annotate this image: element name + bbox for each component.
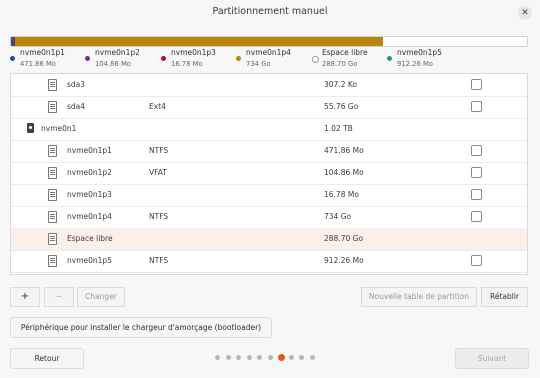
change-partition-button[interactable]: Changer xyxy=(77,287,125,307)
format-checkbox[interactable] xyxy=(471,189,482,200)
partition-size: 55.76 Go xyxy=(324,102,359,111)
legend-size: 104.86 Mo xyxy=(95,60,131,68)
usage-segment xyxy=(382,37,527,46)
legend-size: 288.70 Go xyxy=(322,60,358,68)
step-dot xyxy=(288,355,294,360)
legend-color-dot xyxy=(387,56,392,61)
step-indicator xyxy=(215,354,325,363)
partition-type: NTFS xyxy=(149,146,169,155)
legend-name: Espace libre xyxy=(322,48,368,57)
format-checkbox[interactable] xyxy=(471,211,482,222)
step-dot xyxy=(236,355,241,360)
legend-color-dot xyxy=(10,56,15,61)
partition-type: Ext4 xyxy=(149,102,166,111)
partition-type: VFAT xyxy=(149,168,167,177)
partition-size: 471.86 Mo xyxy=(324,146,364,155)
partition-icon xyxy=(48,79,57,91)
step-dot xyxy=(309,355,315,360)
legend-name: nvme0n1p5 xyxy=(397,48,442,57)
step-dot xyxy=(246,355,252,360)
format-checkbox[interactable] xyxy=(471,79,482,90)
partition-size: 734 Go xyxy=(324,212,352,221)
partition-name: nvme0n1p3 xyxy=(67,190,112,199)
usage-segment xyxy=(15,37,383,46)
window-title: Partitionnement manuel xyxy=(212,6,328,17)
legend-name: nvme0n1p3 xyxy=(171,48,216,57)
close-icon: ✕ xyxy=(521,8,529,18)
new-partition-table-button[interactable]: Nouvelle table de partition xyxy=(361,287,477,307)
step-dot xyxy=(257,355,262,360)
partition-icon xyxy=(48,189,57,201)
disk-icon xyxy=(27,123,34,133)
add-partition-button[interactable]: + xyxy=(10,287,40,307)
partition-icon xyxy=(48,167,57,179)
partition-size: 912.26 Mo xyxy=(324,256,364,265)
table-row[interactable]: nvme0n1p3 16.78 Mo xyxy=(11,184,527,207)
bootloader-device-button[interactable]: Périphérique pour installer le chargeur … xyxy=(10,317,272,338)
legend-color-dot xyxy=(236,56,241,61)
table-row[interactable]: sda4 Ext4 55.76 Go xyxy=(11,96,527,119)
format-checkbox[interactable] xyxy=(471,255,482,266)
legend-size: 16.78 Mo xyxy=(171,60,203,68)
restore-button[interactable]: Rétablir xyxy=(481,287,528,307)
table-row[interactable]: sda3 307.2 Ko xyxy=(11,74,527,97)
partition-icon xyxy=(48,145,57,157)
partition-name: nvme0n1p4 xyxy=(67,212,112,221)
legend-size: 734 Go xyxy=(246,60,271,68)
partition-name: nvme0n1p5 xyxy=(67,256,112,265)
format-checkbox[interactable] xyxy=(471,101,482,112)
partition-name: nvme0n1 xyxy=(41,124,77,133)
table-row[interactable]: nvme0n1p1 NTFS 471.86 Mo xyxy=(11,140,527,163)
table-row[interactable]: nvme0n1p4 NTFS 734 Go xyxy=(11,206,527,229)
partition-type: NTFS xyxy=(149,256,169,265)
step-dot-current xyxy=(278,354,285,361)
partition-name: nvme0n1p2 xyxy=(67,168,112,177)
step-dot xyxy=(299,355,304,360)
legend-name: nvme0n1p1 xyxy=(20,48,65,57)
table-row[interactable]: nvme0n1p2 VFAT 104.86 Mo xyxy=(11,162,527,185)
partition-legend: nvme0n1p1 471.86 Mo nvme0n1p2 104.86 Mo nvme… xyxy=(10,48,530,72)
format-checkbox[interactable] xyxy=(471,145,482,156)
legend-name: nvme0n1p4 xyxy=(246,48,291,57)
legend-name: nvme0n1p2 xyxy=(95,48,140,57)
partition-table[interactable]: sda3 307.2 Ko sda4 Ext4 55.76 Go nvme0n1 1.02 … xyxy=(10,73,528,275)
partition-type: NTFS xyxy=(149,212,169,221)
partition-name: sda4 xyxy=(67,102,86,111)
partition-icon xyxy=(48,255,57,267)
usage-segment xyxy=(527,37,528,46)
next-button[interactable]: Suivant xyxy=(455,348,529,369)
back-button[interactable]: Retour xyxy=(10,348,84,369)
disk-usage-bar xyxy=(10,36,528,47)
partition-size: 1.02 TB xyxy=(324,124,353,133)
close-button[interactable]: ✕ xyxy=(518,6,532,20)
partition-icon xyxy=(48,101,57,113)
step-dot xyxy=(225,355,231,360)
partition-name: nvme0n1p1 xyxy=(67,146,112,155)
partition-name: sda3 xyxy=(67,80,86,89)
remove-partition-button[interactable]: − xyxy=(44,287,74,307)
step-dot xyxy=(267,355,273,360)
partition-size: 307.2 Ko xyxy=(324,80,357,89)
legend-color-dot xyxy=(161,56,166,61)
partition-icon xyxy=(48,233,57,245)
format-checkbox[interactable] xyxy=(471,167,482,178)
partition-size: 16.78 Mo xyxy=(324,190,359,199)
partition-icon xyxy=(48,211,57,223)
legend-size: 912.26 Mo xyxy=(397,60,433,68)
partition-size: 288.70 Go xyxy=(324,234,364,243)
legend-size: 471.86 Mo xyxy=(20,60,56,68)
legend-color-dot xyxy=(312,56,319,63)
partition-name: Espace libre xyxy=(67,234,113,243)
table-row[interactable]: nvme0n1p5 NTFS 912.26 Mo xyxy=(11,250,527,273)
title-bar: Partitionnement manuel ✕ xyxy=(0,0,540,26)
table-row[interactable]: nvme0n1 1.02 TB xyxy=(11,118,527,141)
step-dot xyxy=(215,355,220,360)
legend-color-dot xyxy=(85,56,90,61)
partition-size: 104.86 Mo xyxy=(324,168,364,177)
table-row[interactable]: Espace libre 288.70 Go xyxy=(11,228,527,251)
